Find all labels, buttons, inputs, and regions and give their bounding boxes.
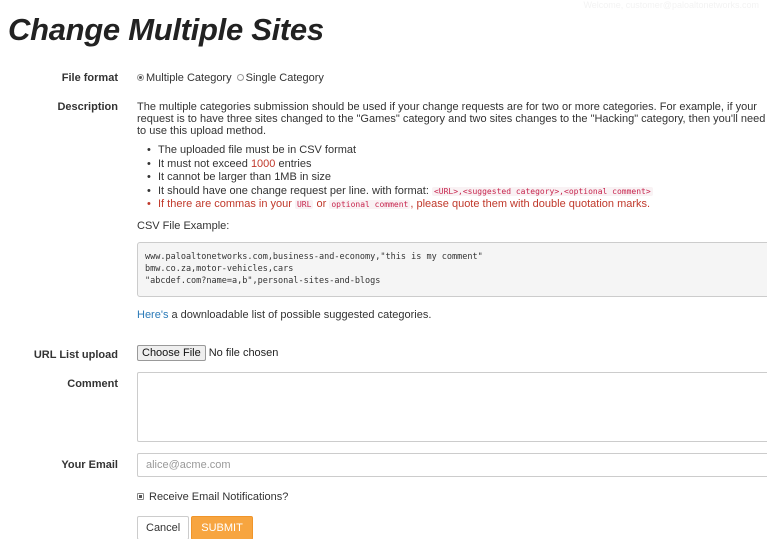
csv-example-box: www.paloaltonetworks.com,business-and-ec… bbox=[137, 241, 767, 297]
list-item: It should have one change request per li… bbox=[147, 185, 767, 199]
file-format-label: File format bbox=[61, 72, 118, 84]
description-label: Description bbox=[57, 101, 118, 113]
radio-multiple-category[interactable]: Multiple Category bbox=[137, 72, 235, 84]
comment-label: Comment bbox=[67, 378, 118, 390]
categories-link-line: Here's a downloadable list of possible s… bbox=[137, 309, 767, 321]
comment-code: optional comment bbox=[329, 200, 411, 209]
list-item: It cannot be larger than 1MB in size bbox=[147, 171, 767, 185]
radio-unchecked-icon[interactable] bbox=[236, 73, 244, 81]
url-code: URL bbox=[294, 200, 314, 209]
rule-limit-number: 1000 bbox=[250, 157, 276, 170]
radio-multiple-label: Multiple Category bbox=[146, 72, 232, 84]
list-item: The uploaded file must be in CSV format bbox=[147, 144, 767, 158]
form-actions: Cancel SUBMIT bbox=[137, 516, 767, 539]
rule-text: It cannot be larger than 1MB in size bbox=[158, 171, 332, 183]
file-status-text: No file chosen bbox=[208, 347, 279, 359]
rule-text: , please quote them with double quotatio… bbox=[410, 198, 651, 210]
url-upload-label: URL List upload bbox=[33, 349, 118, 361]
description-intro: The multiple categories submission shoul… bbox=[137, 101, 766, 137]
email-field-wrap bbox=[137, 453, 767, 477]
rule-text: It should have one change request per li… bbox=[158, 184, 432, 197]
submit-button[interactable]: SUBMIT bbox=[191, 516, 253, 539]
comment-field-wrap bbox=[137, 372, 767, 442]
csv-example-label: CSV File Example: bbox=[137, 219, 230, 232]
radio-single-category[interactable]: Single Category bbox=[236, 72, 324, 84]
file-format-options: Multiple Category Single Category bbox=[137, 72, 767, 84]
rule-text: entries bbox=[275, 157, 312, 170]
rule-text: or bbox=[313, 198, 330, 210]
choose-file-button[interactable]: Choose File bbox=[137, 345, 206, 361]
categories-download-link[interactable]: Here's bbox=[137, 309, 168, 321]
email-label: Your Email bbox=[61, 459, 118, 471]
notifications-checkbox[interactable] bbox=[137, 492, 144, 500]
rule-text: It must not exceed bbox=[158, 157, 251, 170]
rule-text: If there are commas in your bbox=[158, 198, 295, 210]
email-field[interactable] bbox=[137, 453, 767, 477]
notifications-row[interactable]: Receive Email Notifications? bbox=[137, 491, 767, 503]
welcome-text: Welcome, customer@paloaltonetworks.com bbox=[583, 0, 759, 10]
list-item: It must not exceed 1000 entries bbox=[147, 158, 767, 172]
list-item: If there are commas in your URL or optio… bbox=[147, 198, 767, 212]
page-title: Change Multiple Sites bbox=[8, 12, 324, 47]
rule-text: The uploaded file must be in CSV format bbox=[158, 144, 357, 156]
cancel-button[interactable]: Cancel bbox=[137, 516, 190, 539]
rules-list: The uploaded file must be in CSV format … bbox=[137, 144, 767, 212]
description-block: The multiple categories submission shoul… bbox=[137, 101, 767, 321]
url-upload-field: Choose File No file chosen bbox=[137, 345, 767, 361]
radio-single-label: Single Category bbox=[245, 72, 324, 84]
categories-link-suffix: a downloadable list of possible suggeste… bbox=[168, 308, 432, 321]
format-code: <URL>,<suggested category>,<optional com… bbox=[431, 186, 653, 196]
notifications-label: Receive Email Notifications? bbox=[149, 491, 289, 503]
comment-textarea[interactable] bbox=[137, 372, 767, 442]
radio-checked-icon[interactable] bbox=[137, 73, 144, 81]
